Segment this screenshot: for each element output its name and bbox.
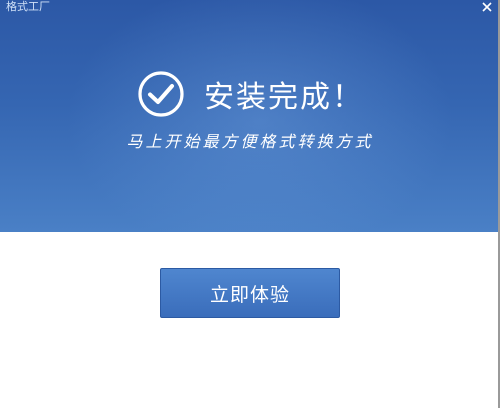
success-title: 安装完成！ xyxy=(204,80,364,115)
check-circle-icon xyxy=(138,71,184,117)
start-now-button[interactable]: 立即体验 xyxy=(160,268,340,318)
close-button[interactable] xyxy=(478,0,496,16)
success-message: 安装完成！ xyxy=(136,68,364,120)
window-title: 格式工厂 xyxy=(6,0,50,13)
success-subtitle: 马上开始最方便格式转换方式 xyxy=(126,132,374,151)
header-banner: 格式工厂 安装完成！ 马上开始最方便格式转换方式 xyxy=(0,0,500,232)
close-icon xyxy=(482,2,492,12)
